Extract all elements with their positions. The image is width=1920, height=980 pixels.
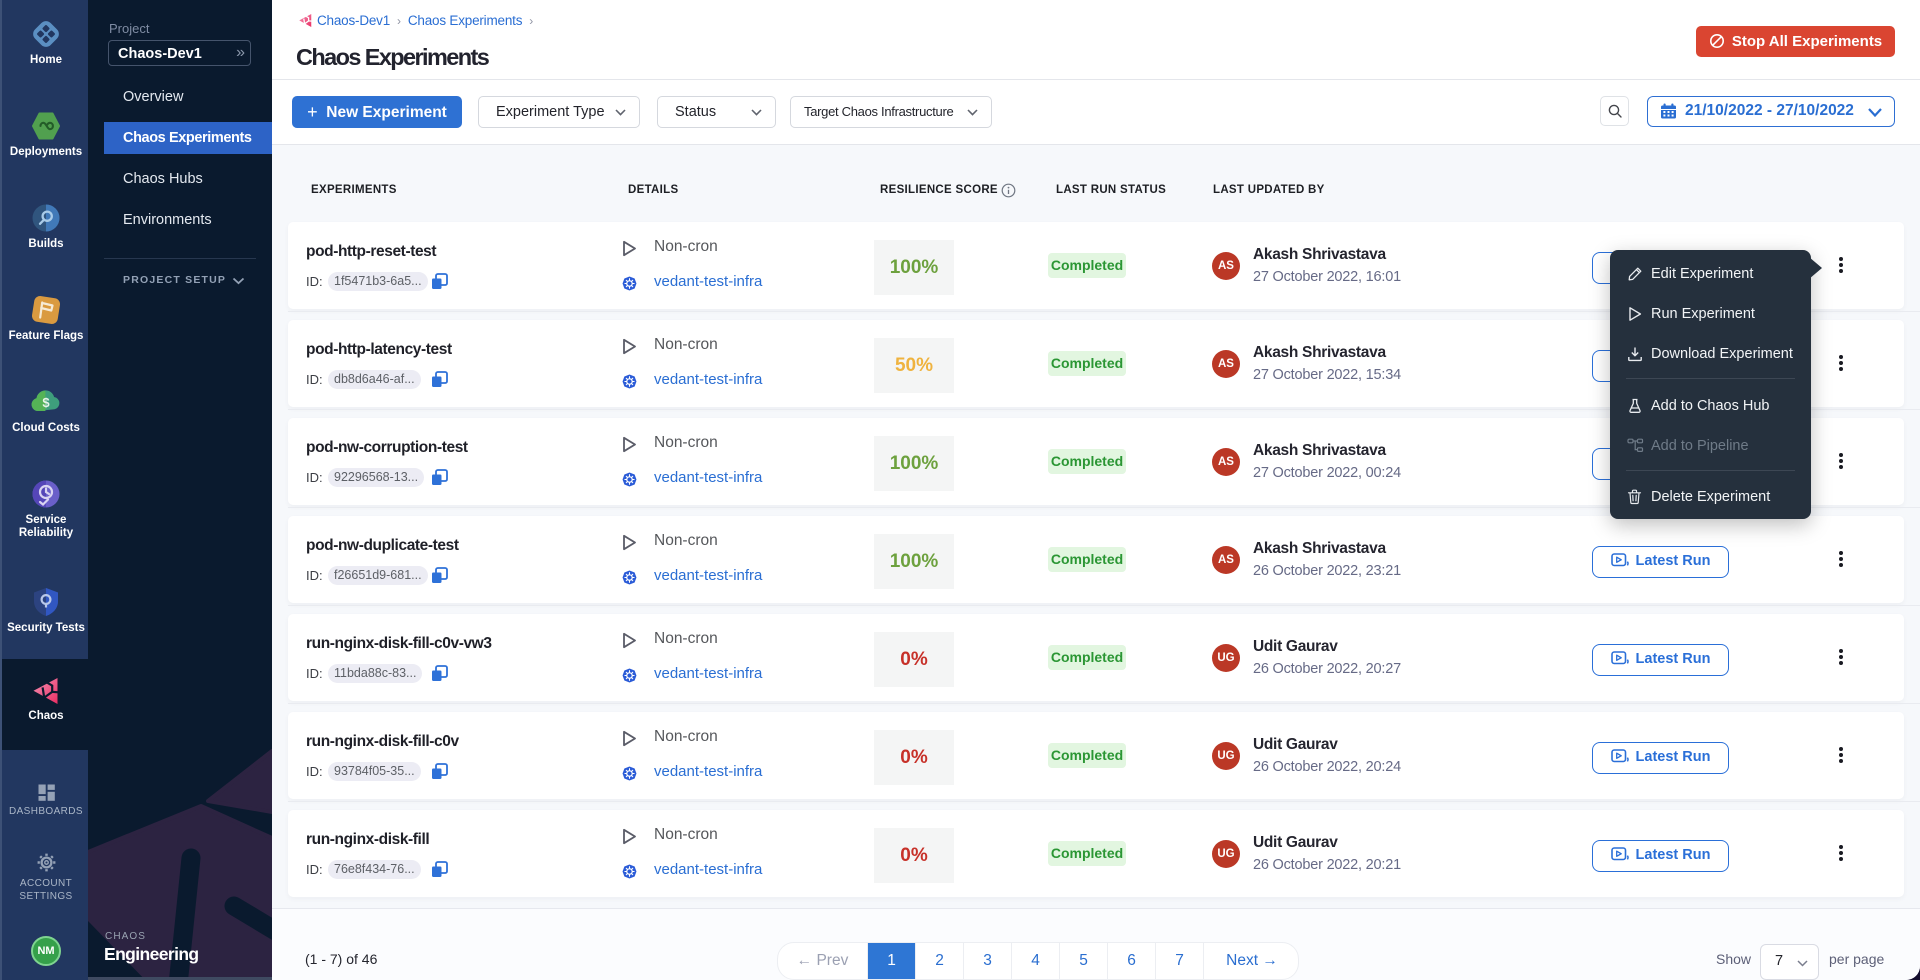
svg-text:$: $ bbox=[42, 395, 50, 410]
